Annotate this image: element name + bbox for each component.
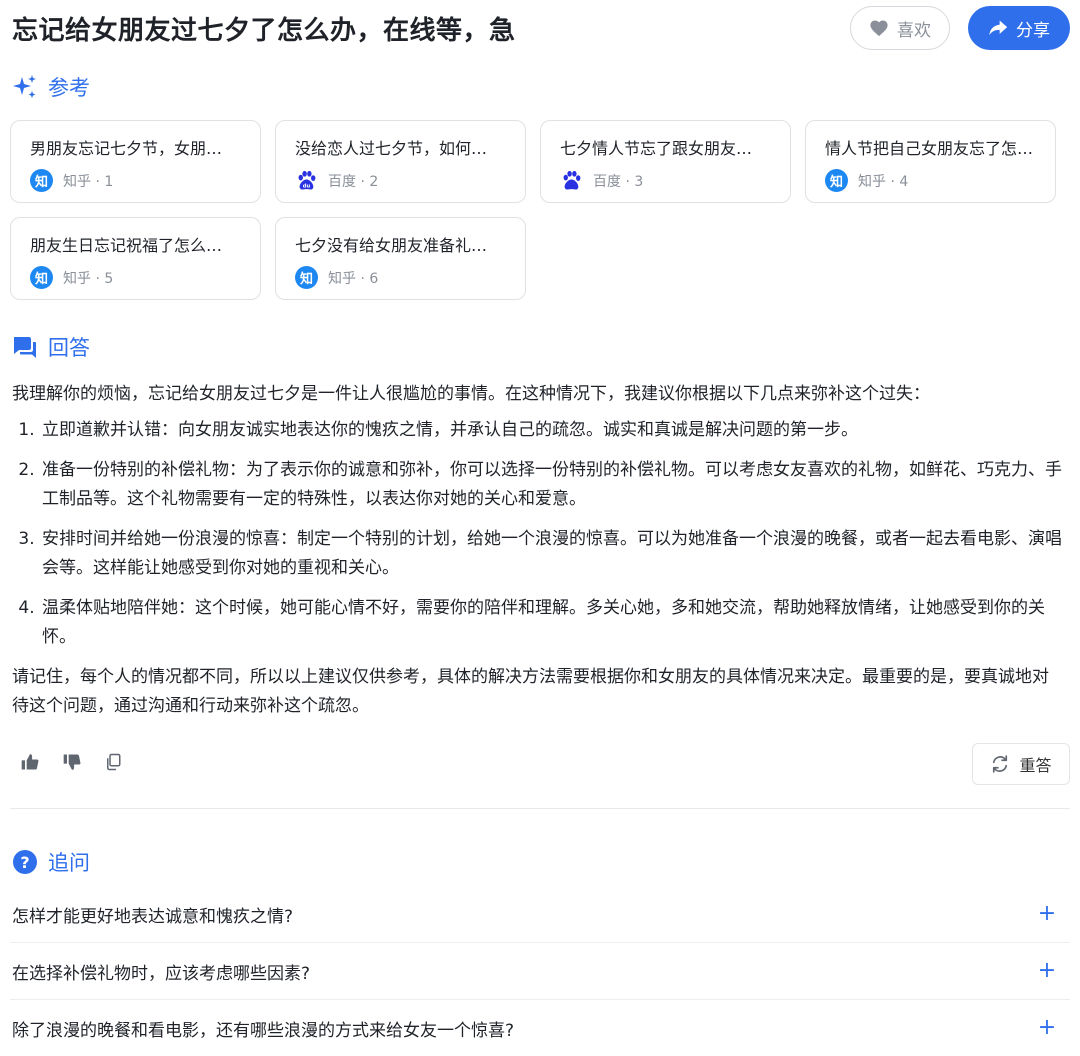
reference-list: 男朋友忘记七夕节，女朋… 知 知乎 · 1 没给恋人过七夕节，如何… du 百度…	[10, 120, 1072, 300]
zhihu-icon: 知	[30, 169, 53, 192]
regenerate-label: 重答	[1019, 756, 1052, 775]
thumbs-up-icon[interactable]	[20, 752, 40, 772]
page-title: 忘记给女朋友过七夕了怎么办，在线等，急	[12, 15, 516, 46]
reference-source: 百度 · 2	[328, 173, 379, 190]
followup-question: 除了浪漫的晚餐和看电影，还有哪些浪漫的方式来给女友一个惊喜?	[12, 1020, 515, 1041]
copy-icon[interactable]	[104, 753, 122, 771]
answer-intro: 我理解你的烦恼，忘记给女朋友过七夕是一件让人很尴尬的事情。在这种情况下，我建议你…	[12, 384, 930, 404]
regenerate-button[interactable]: 重答	[972, 743, 1070, 785]
plus-icon[interactable]: +	[1032, 1017, 1062, 1039]
refresh-icon	[993, 755, 1008, 773]
reference-card[interactable]: 没给恋人过七夕节，如何… du 百度 · 2	[275, 120, 526, 203]
plus-icon[interactable]: +	[1032, 903, 1062, 925]
svg-text:?: ?	[20, 853, 29, 872]
reference-meta: du 百度 · 2	[295, 169, 507, 192]
heart-icon	[870, 20, 888, 37]
references-heading-label: 参考	[48, 76, 90, 100]
followup-heading-label: 追问	[48, 851, 90, 875]
answer-point: 安排时间并给她一份浪漫的惊喜：制定一个特别的计划，给她一个浪漫的惊喜。可以为她准…	[40, 525, 1064, 583]
share-arrow-icon	[989, 20, 1008, 36]
sparkle-icon	[13, 75, 36, 98]
zhihu-icon: 知	[825, 169, 848, 192]
references-heading: 参考	[12, 72, 90, 102]
reference-title: 七夕情人节忘了跟女朋友…	[560, 139, 753, 158]
like-button[interactable]: 喜欢	[850, 6, 950, 50]
share-button[interactable]: 分享	[968, 6, 1070, 50]
svg-text:du: du	[303, 184, 311, 190]
followup-question: 怎样才能更好地表达诚意和愧疚之情?	[12, 906, 294, 927]
reference-meta: 知 知乎 · 4	[825, 169, 1037, 192]
followup-question: 在选择补偿礼物时，应该考虑哪些因素?	[12, 963, 311, 984]
answer-point: 准备一份特别的补偿礼物：为了表示你的诚意和弥补，你可以选择一份特别的补偿礼物。可…	[40, 456, 1064, 514]
baidu-icon: du	[298, 170, 316, 190]
reference-source: 知乎 · 5	[63, 270, 114, 287]
chat-bubble-icon	[14, 337, 36, 358]
reference-source: 知乎 · 1	[63, 173, 114, 190]
reference-title: 没给恋人过七夕节，如何…	[295, 139, 488, 158]
reference-card[interactable]: 七夕没有给女朋友准备礼… 知 知乎 · 6	[275, 217, 526, 300]
zhihu-icon: 知	[30, 266, 53, 289]
header-actions: 喜欢 分享	[850, 6, 1070, 50]
followup-list: 怎样才能更好地表达诚意和愧疚之情? + 在选择补偿礼物时，应该考虑哪些因素? +…	[10, 886, 1070, 1056]
reference-title: 男朋友忘记七夕节，女朋…	[30, 139, 223, 158]
reference-title: 情人节把自己女朋友忘了怎…	[825, 139, 1034, 158]
plus-icon[interactable]: +	[1032, 960, 1062, 982]
answer-heading-label: 回答	[48, 336, 90, 360]
reference-card[interactable]: 七夕情人节忘了跟女朋友… 百度 · 3	[540, 120, 791, 203]
reference-title: 七夕没有给女朋友准备礼…	[295, 236, 488, 255]
section-divider	[10, 808, 1070, 809]
reference-source: 百度 · 3	[593, 173, 644, 190]
reference-meta: 知 知乎 · 5	[30, 266, 242, 289]
followup-heading: ? 追问	[12, 847, 90, 877]
answer-actions	[20, 752, 122, 772]
reference-meta: 百度 · 3	[560, 169, 772, 192]
like-label: 喜欢	[897, 20, 931, 41]
thumbs-down-icon[interactable]	[62, 752, 82, 772]
reference-source: 知乎 · 6	[328, 270, 379, 287]
followup-item[interactable]: 除了浪漫的晚餐和看电影，还有哪些浪漫的方式来给女友一个惊喜? +	[10, 1000, 1070, 1056]
answer-body: 我理解你的烦恼，忘记给女朋友过七夕是一件让人很尴尬的事情。在这种情况下，我建议你…	[12, 380, 1064, 721]
answer-closing: 请记住，每个人的情况都不同，所以以上建议仅供参考，具体的解决方法需要根据你和女朋…	[12, 667, 1049, 716]
share-label: 分享	[1016, 20, 1050, 41]
followup-item[interactable]: 怎样才能更好地表达诚意和愧疚之情? +	[10, 886, 1070, 943]
question-icon: ?	[13, 850, 37, 874]
answer-point: 温柔体贴地陪伴她：这个时候，她可能心情不好，需要你的陪伴和理解。多关心她，多和她…	[40, 594, 1064, 652]
reference-title: 朋友生日忘记祝福了怎么…	[30, 236, 223, 255]
reference-source: 知乎 · 4	[858, 173, 909, 190]
zhihu-icon: 知	[295, 266, 318, 289]
reference-card[interactable]: 男朋友忘记七夕节，女朋… 知 知乎 · 1	[10, 120, 261, 203]
reference-card[interactable]: 朋友生日忘记祝福了怎么… 知 知乎 · 5	[10, 217, 261, 300]
answer-points: 立即道歉并认错：向女朋友诚实地表达你的愧疚之情，并承认自己的疏忽。诚实和真诚是解…	[12, 416, 1064, 652]
baidu-icon	[563, 170, 581, 190]
answer-heading: 回答	[12, 332, 90, 362]
followup-item[interactable]: 在选择补偿礼物时，应该考虑哪些因素? +	[10, 943, 1070, 1000]
reference-card[interactable]: 情人节把自己女朋友忘了怎… 知 知乎 · 4	[805, 120, 1056, 203]
page-header: 忘记给女朋友过七夕了怎么办，在线等，急 喜欢 分享	[12, 4, 1070, 52]
reference-meta: 知 知乎 · 1	[30, 169, 242, 192]
answer-point: 立即道歉并认错：向女朋友诚实地表达你的愧疚之情，并承认自己的疏忽。诚实和真诚是解…	[40, 416, 1064, 445]
reference-meta: 知 知乎 · 6	[295, 266, 507, 289]
